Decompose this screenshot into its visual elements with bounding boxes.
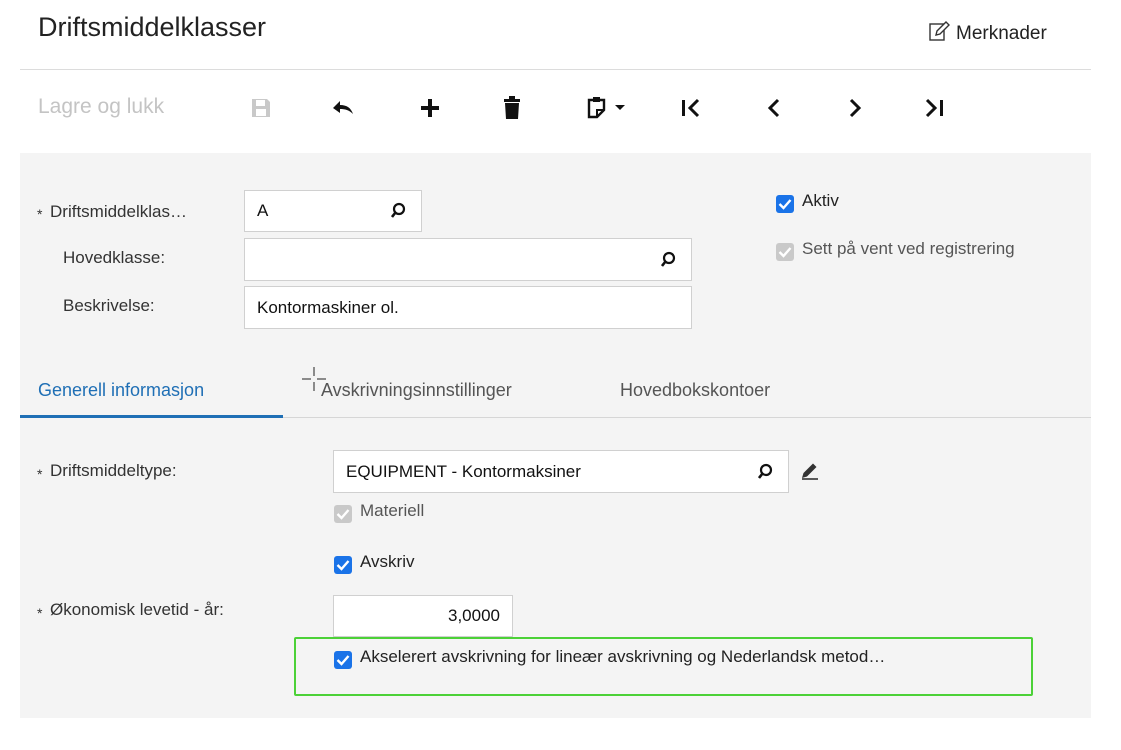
class-id-field[interactable]: A — [244, 190, 422, 232]
active-label: Aktiv — [802, 191, 839, 210]
next-record-icon[interactable] — [840, 90, 870, 126]
checkbox-checked-icon — [334, 556, 352, 574]
tab-gl-accounts[interactable]: Hovedbokskontoer — [620, 380, 770, 401]
first-record-icon[interactable] — [677, 90, 707, 126]
description-value: Kontormaskiner ol. — [257, 297, 399, 317]
tangible-label: Materiell — [360, 501, 425, 520]
checkbox-disabled-icon — [776, 243, 794, 261]
accelerated-depreciation-checkbox[interactable]: Akselerert avskrivning for lineær avskri… — [334, 647, 885, 669]
hold-on-entry-label: Sett på vent ved registrering — [802, 239, 1015, 258]
checkbox-checked-icon — [776, 195, 794, 213]
edit-pencil-icon[interactable] — [800, 462, 820, 485]
tangible-checkbox[interactable]: Materiell — [334, 501, 424, 523]
tab-depreciation-settings[interactable]: Avskrivningsinnstillinger — [321, 380, 512, 401]
cursor-crosshair-icon — [301, 366, 327, 397]
save-close-button[interactable]: Lagre og lukk — [38, 95, 164, 119]
required-marker: * — [37, 605, 43, 621]
class-id-value: A — [257, 201, 269, 220]
hold-on-entry-checkbox[interactable]: Sett på vent ved registrering — [776, 239, 1015, 261]
required-marker: * — [37, 206, 43, 222]
parent-class-label: Hovedklasse: — [63, 248, 166, 267]
description-field[interactable]: Kontormaskiner ol. — [244, 286, 692, 329]
search-icon[interactable] — [660, 251, 679, 269]
description-label: Beskrivelse: — [63, 296, 155, 315]
add-icon[interactable] — [415, 90, 445, 126]
search-icon[interactable] — [757, 463, 776, 481]
delete-icon[interactable] — [497, 90, 527, 126]
depreciate-label: Avskriv — [360, 552, 415, 571]
useful-life-value: 3,0000 — [448, 606, 500, 625]
undo-icon[interactable] — [328, 90, 358, 126]
tab-general-info[interactable]: Generell informasjon — [38, 380, 204, 401]
accelerated-depreciation-label: Akselerert avskrivning for lineær avskri… — [360, 647, 886, 666]
asset-type-field[interactable]: EQUIPMENT - Kontormaksiner — [333, 450, 789, 493]
notes-label: Merknader — [956, 23, 1047, 44]
active-checkbox[interactable]: Aktiv — [776, 191, 839, 213]
search-icon[interactable] — [390, 202, 409, 220]
header-divider — [20, 69, 1091, 70]
parent-class-field[interactable] — [244, 238, 692, 281]
useful-life-field[interactable]: 3,0000 — [333, 595, 513, 637]
asset-type-value: EQUIPMENT - Kontormaksiner — [346, 461, 581, 481]
class-id-label: Driftsmiddelklas… — [50, 202, 187, 221]
previous-record-icon[interactable] — [759, 90, 789, 126]
active-tab-indicator — [20, 415, 283, 418]
page-title: Driftsmiddelklasser — [38, 12, 267, 42]
checkbox-disabled-icon — [334, 505, 352, 523]
useful-life-label: Økonomisk levetid - år: — [50, 600, 224, 619]
checkbox-checked-icon — [334, 651, 352, 669]
edit-note-icon — [928, 20, 950, 48]
notes-link[interactable]: Merknader — [928, 20, 1047, 48]
save-icon[interactable] — [246, 90, 276, 126]
last-record-icon[interactable] — [920, 90, 950, 126]
depreciate-checkbox[interactable]: Avskriv — [334, 552, 414, 574]
asset-type-label: Driftsmiddeltype: — [50, 461, 177, 480]
required-marker: * — [37, 466, 43, 482]
paste-dropdown-icon[interactable] — [578, 90, 634, 126]
